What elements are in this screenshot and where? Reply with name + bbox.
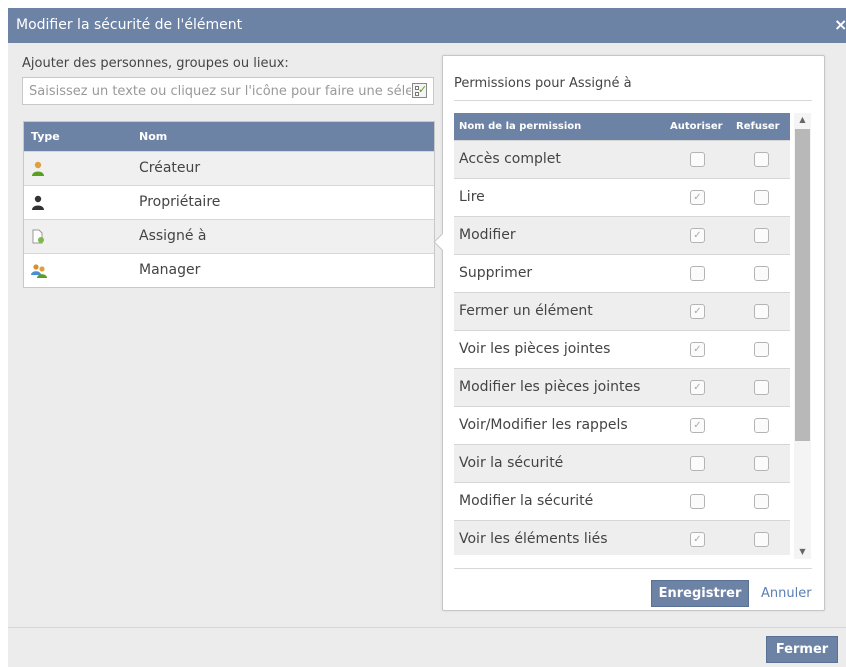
footer-divider bbox=[8, 627, 846, 628]
allow-checkbox[interactable] bbox=[690, 456, 705, 471]
permission-row: Fermer un élément ✓ bbox=[454, 292, 790, 330]
deny-checkbox[interactable] bbox=[754, 266, 769, 281]
allow-checkbox[interactable]: ✓ bbox=[690, 228, 705, 243]
principal-row[interactable]: Manager bbox=[24, 253, 434, 287]
deny-checkbox[interactable] bbox=[754, 380, 769, 395]
close-button[interactable]: Fermer bbox=[766, 636, 838, 663]
principal-name: Manager bbox=[139, 262, 201, 278]
permission-row: Voir les éléments liés ✓ bbox=[454, 520, 790, 555]
principals-table: Type Nom Créateur Propriétaire Assigné à Ma… bbox=[23, 121, 435, 288]
permission-name: Voir les pièces jointes bbox=[459, 341, 611, 357]
permission-name: Voir la sécurité bbox=[459, 455, 564, 471]
assignee-document-icon bbox=[31, 229, 45, 244]
scroll-up-arrow-icon[interactable]: ▲ bbox=[794, 113, 811, 127]
permission-name: Voir/Modifier les rappels bbox=[459, 417, 628, 433]
dialog-title: Modifier la sécurité de l'élément bbox=[16, 17, 243, 33]
allow-checkbox[interactable]: ✓ bbox=[690, 304, 705, 319]
permission-name-column-header: Nom de la permission bbox=[459, 121, 582, 132]
address-book-check-icon[interactable]: ✓ bbox=[412, 83, 427, 98]
deny-checkbox[interactable] bbox=[754, 418, 769, 433]
scroll-down-arrow-icon[interactable]: ▼ bbox=[794, 545, 811, 559]
permission-name: Supprimer bbox=[459, 265, 533, 281]
deny-checkbox[interactable] bbox=[754, 304, 769, 319]
deny-checkbox[interactable] bbox=[754, 494, 769, 509]
allow-column-header: Autoriser bbox=[670, 121, 723, 132]
permission-row: Voir les pièces jointes ✓ bbox=[454, 330, 790, 368]
permission-name: Modifier la sécurité bbox=[459, 493, 594, 509]
principal-name: Créateur bbox=[139, 160, 201, 176]
name-column-header: Nom bbox=[139, 130, 168, 143]
permission-row: Modifier les pièces jointes ✓ bbox=[454, 368, 790, 406]
permission-row: Voir/Modifier les rappels ✓ bbox=[454, 406, 790, 444]
permissions-title: Permissions pour Assigné à bbox=[454, 76, 632, 91]
security-dialog: Modifier la sécurité de l'élément × Ajou… bbox=[8, 8, 846, 667]
people-search-box: ✓ bbox=[22, 77, 434, 105]
allow-checkbox[interactable]: ✓ bbox=[690, 532, 705, 547]
principals-table-header: Type Nom bbox=[24, 122, 434, 151]
cancel-link[interactable]: Annuler bbox=[761, 586, 812, 601]
permission-name: Lire bbox=[459, 189, 485, 205]
people-search-input[interactable] bbox=[23, 78, 411, 104]
owner-user-icon bbox=[31, 195, 45, 210]
allow-checkbox[interactable] bbox=[690, 152, 705, 167]
principal-row[interactable]: Propriétaire bbox=[24, 185, 434, 219]
permission-row: Supprimer bbox=[454, 254, 790, 292]
principal-name: Assigné à bbox=[139, 228, 207, 244]
allow-checkbox[interactable]: ✓ bbox=[690, 190, 705, 205]
principal-name: Propriétaire bbox=[139, 194, 221, 210]
allow-checkbox[interactable]: ✓ bbox=[690, 380, 705, 395]
manager-group-icon bbox=[31, 263, 47, 278]
permission-row: Lire ✓ bbox=[454, 178, 790, 216]
deny-column-header: Refuser bbox=[736, 121, 780, 132]
divider bbox=[454, 100, 812, 101]
deny-checkbox[interactable] bbox=[754, 456, 769, 471]
deny-checkbox[interactable] bbox=[754, 342, 769, 357]
permission-row: Voir la sécurité bbox=[454, 444, 790, 482]
permissions-scrollbar[interactable]: ▲ ▼ bbox=[794, 113, 811, 559]
permissions-table-header: Nom de la permission Autoriser Refuser bbox=[454, 113, 790, 140]
allow-checkbox[interactable] bbox=[690, 266, 705, 281]
panel-pointer bbox=[433, 233, 451, 251]
divider bbox=[454, 568, 812, 569]
allow-checkbox[interactable]: ✓ bbox=[690, 418, 705, 433]
scroll-thumb[interactable] bbox=[795, 129, 810, 441]
permission-name: Modifier les pièces jointes bbox=[459, 379, 641, 395]
allow-checkbox[interactable]: ✓ bbox=[690, 342, 705, 357]
permissions-panel: Permissions pour Assigné à Nom de la per… bbox=[433, 55, 825, 611]
creator-user-icon bbox=[31, 161, 45, 176]
permission-name: Fermer un élément bbox=[459, 303, 593, 319]
deny-checkbox[interactable] bbox=[754, 532, 769, 547]
add-people-label: Ajouter des personnes, groupes ou lieux: bbox=[22, 56, 289, 71]
close-icon[interactable]: × bbox=[834, 8, 846, 43]
deny-checkbox[interactable] bbox=[754, 152, 769, 167]
permission-name: Voir les éléments liés bbox=[459, 531, 608, 547]
dialog-titlebar: Modifier la sécurité de l'élément bbox=[8, 8, 846, 43]
save-button[interactable]: Enregistrer bbox=[651, 580, 749, 607]
principal-row[interactable]: Assigné à bbox=[24, 219, 434, 253]
permission-row: Accès complet bbox=[454, 140, 790, 178]
permission-name: Accès complet bbox=[459, 151, 561, 167]
permission-name: Modifier bbox=[459, 227, 516, 243]
type-column-header: Type bbox=[31, 130, 60, 143]
permissions-table: Nom de la permission Autoriser Refuser A… bbox=[454, 113, 790, 555]
deny-checkbox[interactable] bbox=[754, 228, 769, 243]
permission-row: Modifier la sécurité bbox=[454, 482, 790, 520]
principal-row[interactable]: Créateur bbox=[24, 151, 434, 185]
deny-checkbox[interactable] bbox=[754, 190, 769, 205]
allow-checkbox[interactable] bbox=[690, 494, 705, 509]
permission-row: Modifier ✓ bbox=[454, 216, 790, 254]
